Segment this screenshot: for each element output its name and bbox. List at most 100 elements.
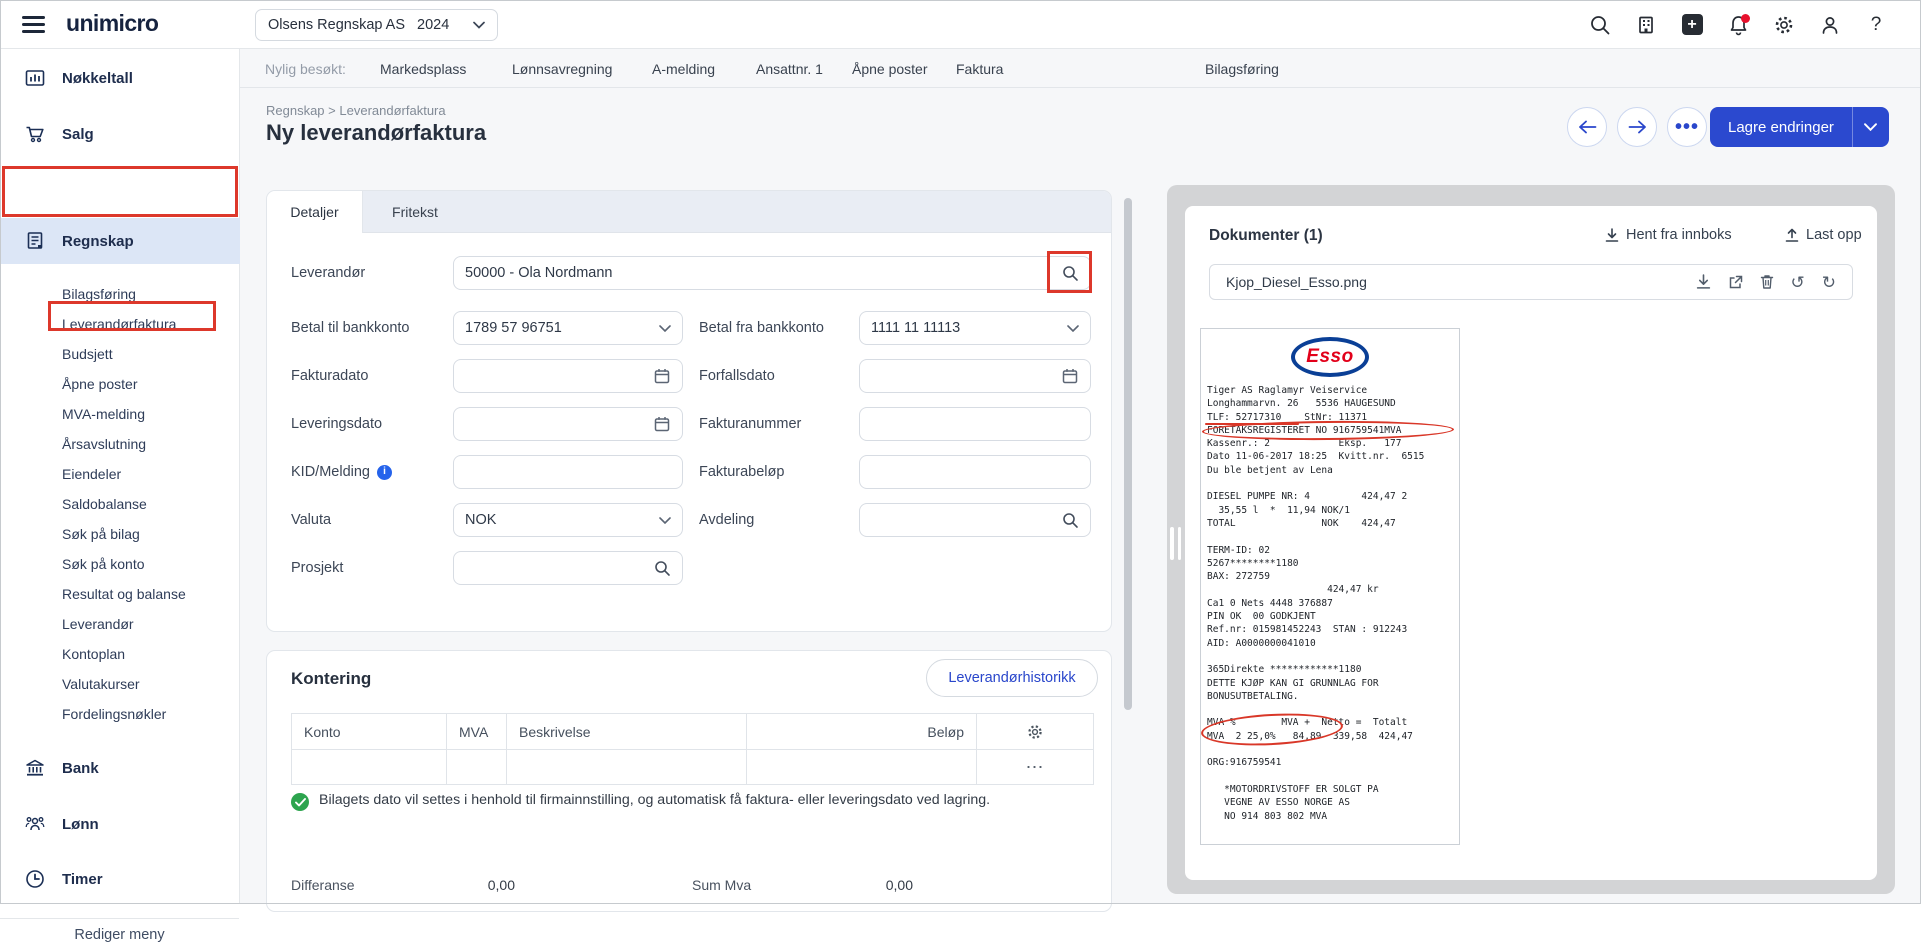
prosjekt-label: Prosjekt	[291, 551, 343, 585]
leveringsdato-input[interactable]	[453, 407, 683, 441]
sidebar-item-leverandor[interactable]: Leverandør	[62, 616, 134, 632]
prosjekt-input[interactable]	[453, 551, 683, 585]
sidebar-item-bank[interactable]: Bank	[0, 746, 240, 790]
arrow-left-icon	[1578, 120, 1597, 134]
search-icon[interactable]	[1062, 512, 1079, 529]
avdeling-input[interactable]	[859, 503, 1091, 537]
upload-link[interactable]: Last opp	[1785, 227, 1862, 243]
search-icon[interactable]	[1587, 12, 1613, 38]
topbar: unimicro Olsens Regnskap AS 2024 + ?	[0, 0, 1921, 49]
chart-icon	[24, 67, 46, 89]
cell-konto[interactable]	[292, 750, 447, 784]
rotate-right-icon[interactable]: ↻	[1822, 274, 1836, 291]
document-file-row[interactable]: Kjop_Diesel_Esso.png ↺ ↻	[1209, 264, 1853, 300]
tab-fritekst[interactable]: Fritekst	[363, 191, 467, 233]
sidebar-item-timer[interactable]: Timer	[0, 857, 240, 901]
supplier-history-button[interactable]: Leverandørhistorikk	[926, 659, 1098, 697]
sidebar-item-nokkeltall[interactable]: Nøkkeltall	[0, 56, 240, 100]
betal-til-bankkonto-select[interactable]: 1789 57 96751	[453, 311, 683, 345]
info-icon[interactable]: i	[377, 465, 392, 480]
table-row[interactable]: ⋯	[292, 749, 1093, 784]
hamburger-menu-icon[interactable]	[22, 16, 45, 33]
cell-beskrivelse[interactable]	[507, 750, 747, 784]
calendar-icon[interactable]	[653, 415, 671, 433]
sidebar-item-saldobalanse[interactable]: Saldobalanse	[62, 496, 147, 512]
sidebar-item-sok-pa-konto[interactable]: Søk på konto	[62, 556, 145, 572]
page-title: Ny leverandørfaktura	[266, 120, 486, 146]
sidebar-item-leverandorfaktura[interactable]: Leverandørfaktura	[62, 316, 176, 332]
valuta-label: Valuta	[291, 503, 331, 537]
search-icon[interactable]	[654, 560, 671, 577]
sidebar-item-apne-poster[interactable]: Åpne poster	[62, 376, 138, 392]
edit-menu-button[interactable]: Rediger meny	[0, 927, 239, 943]
kid-melding-input[interactable]	[453, 455, 683, 489]
fakturadato-label: Fakturadato	[291, 359, 368, 393]
tab-bilagsforing[interactable]: Bilagsføring	[1205, 49, 1279, 88]
save-changes-button[interactable]: Lagre endringer	[1710, 107, 1852, 147]
tab-markedsplass[interactable]: Markedsplass	[380, 49, 466, 88]
search-icon[interactable]	[1062, 265, 1079, 282]
sidebar-item-valutakurser[interactable]: Valutakurser	[62, 676, 140, 692]
receipt-image: Esso Tiger AS Raglamyr Veiservice Longha…	[1200, 328, 1460, 845]
gear-icon[interactable]	[1026, 723, 1044, 741]
panel-resize-handle[interactable]	[1170, 527, 1183, 560]
organizations-icon[interactable]	[1633, 12, 1659, 38]
sidebar-item-lonn[interactable]: Lønn	[0, 802, 240, 846]
sidebar-item-fordelingsnokler[interactable]: Fordelingsnøkler	[62, 706, 166, 722]
download-file-icon[interactable]	[1696, 274, 1711, 290]
documents-card: Dokumenter (1) Hent fra innboks Last opp…	[1185, 206, 1877, 880]
fakturadato-input[interactable]	[453, 359, 683, 393]
tab-lonnsavregning[interactable]: Lønnsavregning	[512, 49, 612, 88]
bilag-date-info-message: Bilagets dato vil settes i henhold til f…	[291, 792, 1091, 811]
rotate-left-icon[interactable]: ↺	[1791, 274, 1805, 291]
sidebar-item-salg[interactable]: Salg	[0, 112, 240, 156]
back-button[interactable]	[1567, 107, 1607, 147]
tab-detaljer[interactable]: Detaljer	[267, 191, 363, 233]
vertical-scrollbar-thumb[interactable]	[1124, 198, 1132, 710]
tab-apne-poster[interactable]: Åpne poster	[852, 49, 928, 88]
row-more-button[interactable]: ⋯	[977, 750, 1093, 784]
open-external-icon[interactable]	[1728, 275, 1743, 290]
fetch-from-inbox-link[interactable]: Hent fra innboks	[1605, 227, 1732, 243]
sidebar-item-eiendeler[interactable]: Eiendeler	[62, 466, 121, 482]
company-selector[interactable]: Olsens Regnskap AS 2024	[255, 9, 498, 41]
fakturanummer-input[interactable]	[859, 407, 1091, 441]
tab-a-melding[interactable]: A-melding	[652, 49, 715, 88]
download-icon	[1605, 228, 1619, 243]
calendar-icon[interactable]	[1061, 367, 1079, 385]
more-actions-button[interactable]: •••	[1667, 107, 1707, 147]
sidebar-item-resultat-og-balanse[interactable]: Resultat og balanse	[62, 586, 186, 602]
tab-faktura[interactable]: Faktura	[956, 49, 1003, 88]
profile-icon[interactable]	[1817, 12, 1843, 38]
fakturanummer-label: Fakturanummer	[699, 407, 801, 441]
sidebar-item-mva-melding[interactable]: MVA-melding	[62, 406, 145, 422]
tab-ansattnr-1[interactable]: Ansattnr. 1	[756, 49, 823, 88]
cell-mva[interactable]	[447, 750, 507, 784]
settings-gear-icon[interactable]	[1771, 12, 1797, 38]
cell-belop[interactable]	[747, 750, 977, 784]
sidebar-item-bilagsforing[interactable]: Bilagsføring	[62, 286, 136, 302]
sidebar-item-sok-pa-bilag[interactable]: Søk på bilag	[62, 526, 140, 542]
sidebar-item-regnskap[interactable]: Regnskap	[0, 218, 240, 264]
document-filename: Kjop_Diesel_Esso.png	[1226, 274, 1367, 290]
breadcrumb-regnskap[interactable]: Regnskap	[266, 103, 325, 118]
upload-icon	[1785, 228, 1799, 243]
betal-fra-bankkonto-select[interactable]: 1111 11 11113	[859, 311, 1091, 345]
recent-tabs-strip: Nylig besøkt: Markedsplass Lønnsavregnin…	[240, 49, 1921, 88]
help-icon[interactable]: ?	[1863, 12, 1889, 38]
valuta-select[interactable]: NOK	[453, 503, 683, 537]
sidebar-item-arsavslutning[interactable]: Årsavslutning	[62, 436, 146, 452]
leverandor-input[interactable]: 50000 - Ola Nordmann	[453, 256, 1091, 290]
delete-file-icon[interactable]	[1760, 274, 1774, 290]
forward-button[interactable]	[1617, 107, 1657, 147]
breadcrumb-leverandorfaktura[interactable]: Leverandørfaktura	[339, 103, 445, 118]
fakturabelop-input[interactable]	[859, 455, 1091, 489]
calendar-icon[interactable]	[653, 367, 671, 385]
sidebar-item-kontoplan[interactable]: Kontoplan	[62, 646, 125, 662]
save-dropdown-button[interactable]	[1852, 107, 1889, 147]
create-new-icon[interactable]: +	[1679, 12, 1705, 38]
sidebar-item-budsjett[interactable]: Budsjett	[62, 346, 113, 362]
forfallsdato-input[interactable]	[859, 359, 1091, 393]
notifications-bell-icon[interactable]	[1725, 12, 1751, 38]
betal-fra-bankkonto-label: Betal fra bankkonto	[699, 311, 824, 345]
